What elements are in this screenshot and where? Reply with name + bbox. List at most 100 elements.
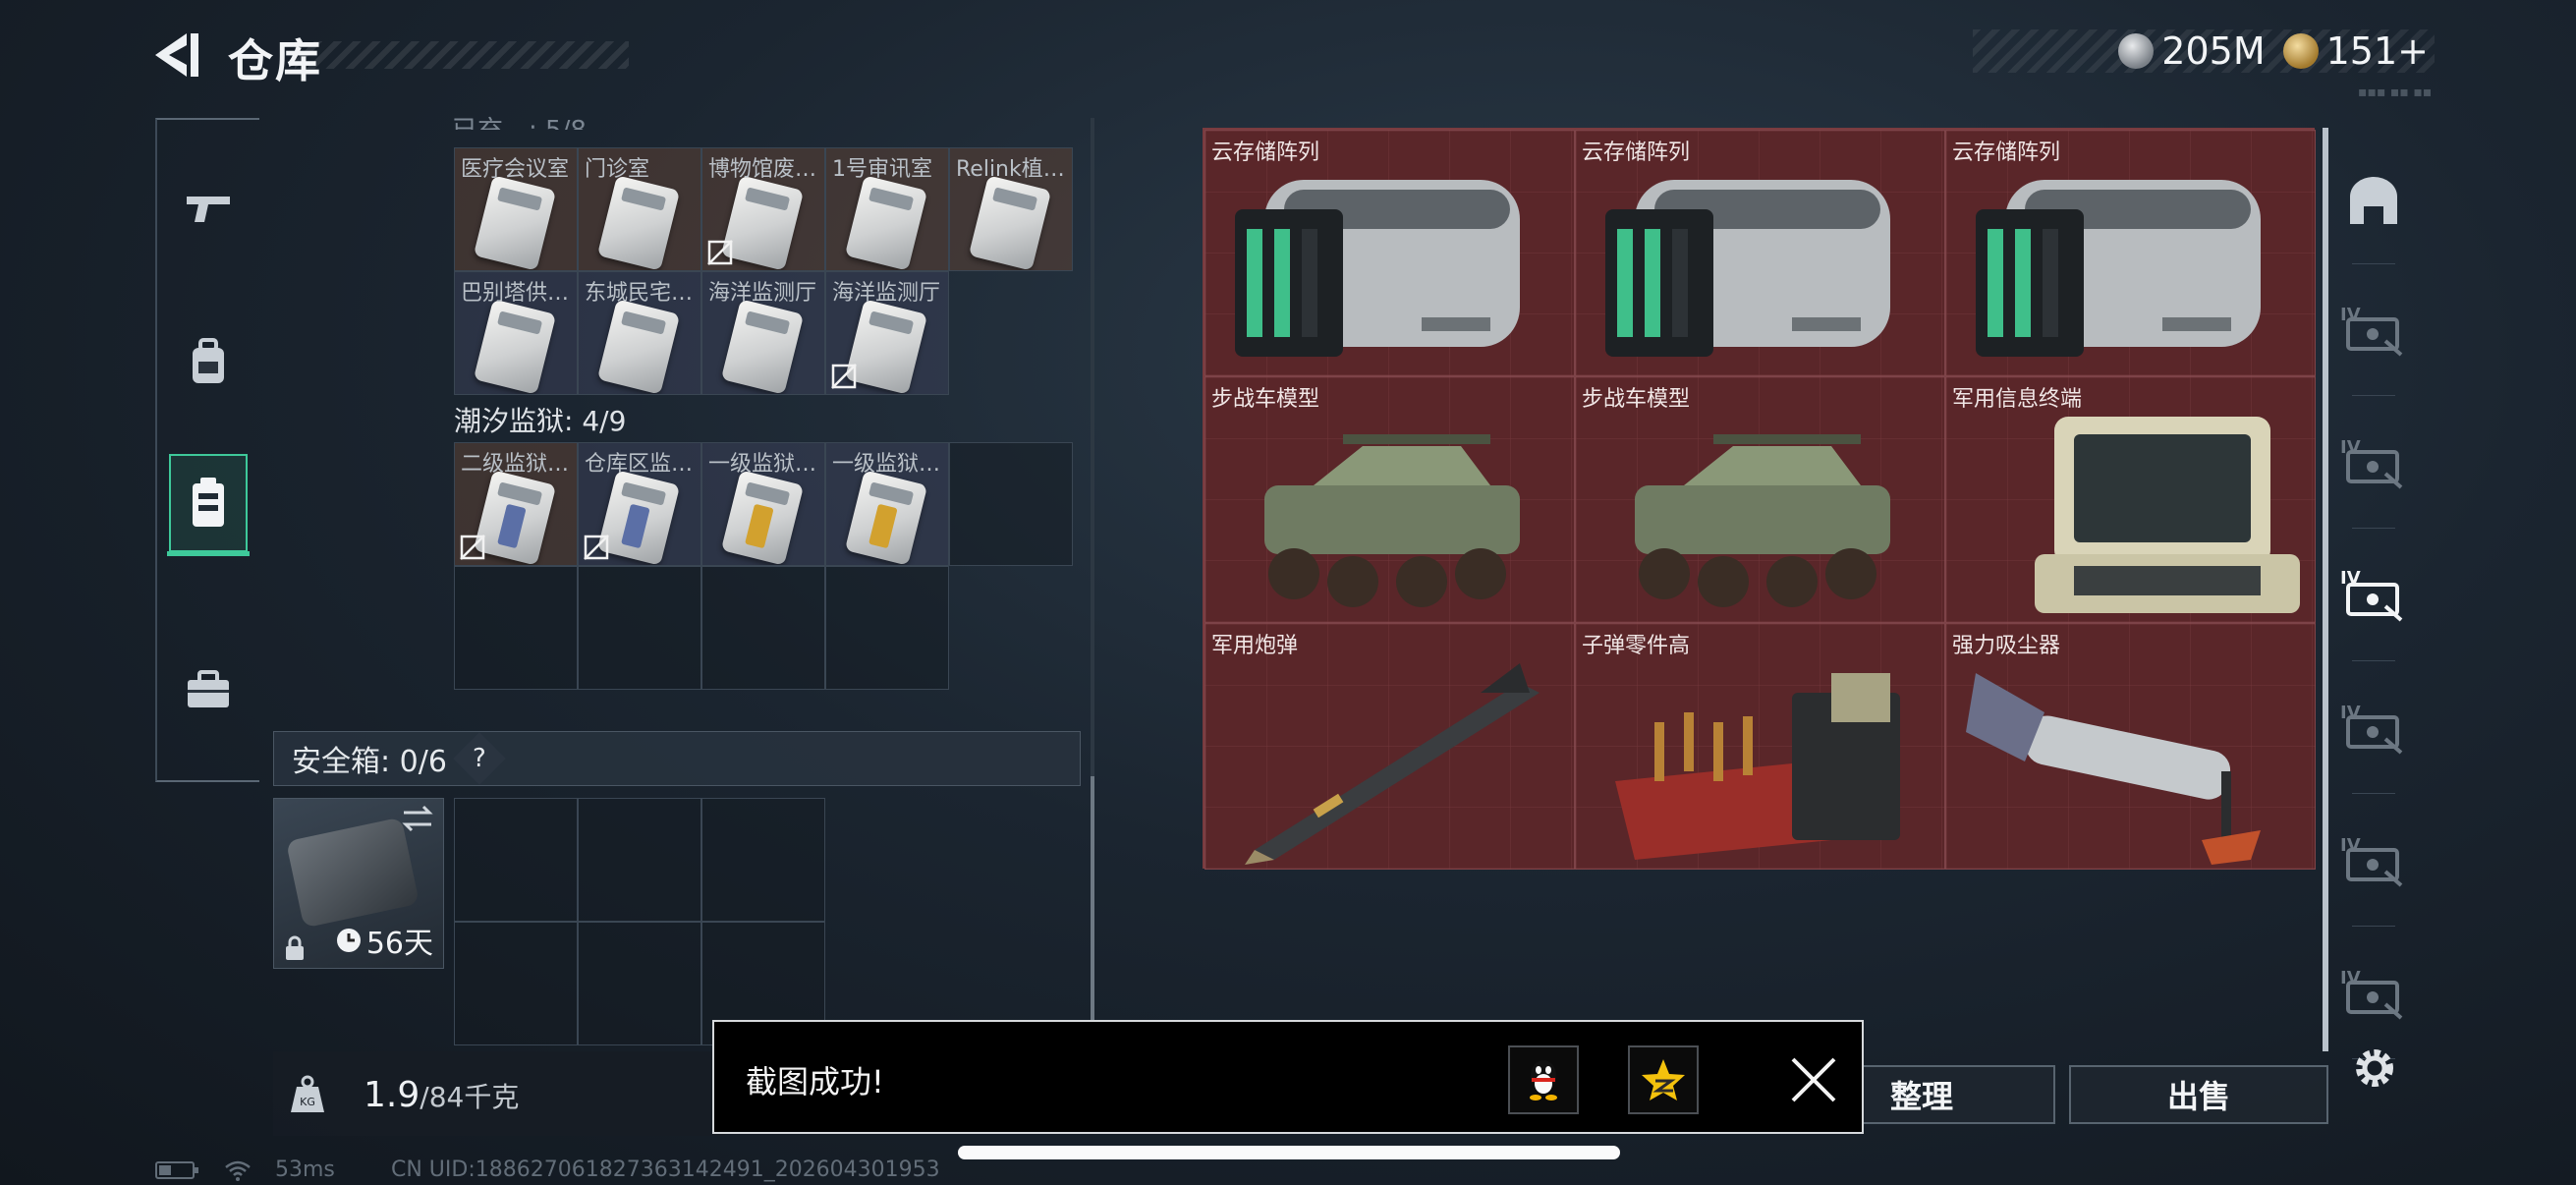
tier-label: IV (2340, 568, 2361, 589)
title-stripe-decoration (295, 41, 629, 69)
key-slot[interactable]: 海洋监测厅 (701, 271, 825, 395)
key-slot-label: 二级监狱… (461, 452, 570, 477)
swap-icon[interactable] (400, 805, 435, 832)
svg-text:KG: KG (300, 1096, 315, 1108)
close-icon[interactable] (1785, 1051, 1842, 1108)
safe-slot[interactable] (454, 922, 578, 1045)
keycard-image (720, 299, 805, 394)
safe-container-slot[interactable]: 56天 (273, 798, 444, 969)
key-slot[interactable]: 仓库区监… (578, 442, 701, 566)
weight-current: 1.9 (364, 1075, 420, 1115)
back-arrow-icon[interactable] (147, 28, 206, 83)
tier-label: IV (2340, 305, 2361, 325)
inventory-item[interactable]: 子弹零件高 (1575, 623, 1945, 870)
safe-slot[interactable] (578, 798, 701, 922)
safe-slot[interactable] (701, 798, 825, 922)
key-slot[interactable]: 二级监狱… (454, 442, 578, 566)
keycard-case-icon (193, 478, 224, 527)
item-image-server (1605, 180, 1890, 357)
gear-icon[interactable] (2348, 1042, 2401, 1095)
status-bar: 53ms (155, 1157, 335, 1182)
inventory-item[interactable]: 步战车模型 (1575, 376, 1945, 623)
keycard-image (473, 175, 557, 270)
key-slot[interactable]: 门诊室 (578, 147, 701, 271)
safe-slot[interactable] (578, 922, 701, 1045)
share-qq-button[interactable] (1508, 1045, 1579, 1114)
inventory-item-label: 军用信息终端 (1952, 387, 2083, 412)
qq-penguin-icon (1530, 1060, 1557, 1100)
rail-tab-case-6[interactable]: IV (2332, 938, 2415, 1046)
inventory-item[interactable]: 军用信息终端 (1945, 376, 2316, 623)
nav-gear[interactable] (169, 312, 248, 411)
key-slot-label: Relink植… (956, 157, 1065, 182)
key-slot[interactable]: 博物馆废… (701, 147, 825, 271)
toast-message: 截图成功! (746, 1063, 884, 1100)
inventory-item[interactable]: 强力吸尘器 (1945, 623, 2316, 870)
empty-key-slot[interactable] (825, 566, 949, 690)
inventory-item-label: 云存储阵列 (1211, 141, 1320, 165)
inventory-grid: 云存储阵列 云存储阵列 云存储阵列 步战车模型 步战车模型 军用信息终端 军用炮弹 子弹零件高… (1203, 128, 2316, 870)
safe-help-button[interactable]: ? (453, 732, 506, 785)
currency-silver[interactable]: 205M (2118, 29, 2266, 73)
rail-tab-case-4[interactable]: IV (2332, 673, 2415, 781)
inventory-item[interactable]: 云存储阵列 (1945, 130, 2316, 376)
key-slot-label: 海洋监测厅 (832, 281, 941, 306)
item-image-vacuum (1966, 673, 2261, 865)
nav-weapons[interactable] (169, 159, 248, 257)
inventory-item[interactable]: 步战车模型 (1204, 376, 1575, 623)
key-slot-label: 门诊室 (585, 157, 650, 182)
no-trade-icon (460, 535, 485, 560)
keycard-image (720, 470, 805, 565)
keycard-image (596, 299, 681, 394)
item-image-server (1235, 180, 1520, 357)
empty-key-slot[interactable] (578, 566, 701, 690)
no-trade-icon (584, 535, 609, 560)
inventory-item[interactable]: 云存储阵列 (1575, 130, 1945, 376)
inventory-item-label: 军用炮弹 (1211, 634, 1299, 658)
nav-keys[interactable] (167, 454, 250, 556)
rail-tab-case-1[interactable]: IV (2332, 275, 2415, 383)
rail-tab-case-2[interactable]: IV (2332, 408, 2415, 516)
item-image-server (1976, 180, 2261, 357)
key-slot[interactable]: 医疗会议室 (454, 147, 578, 271)
key-slot[interactable]: 一级监狱… (701, 442, 825, 566)
qzone-star-icon (1642, 1059, 1685, 1100)
safe-slot[interactable] (454, 798, 578, 922)
inventory-item-label: 云存储阵列 (1582, 141, 1691, 165)
left-scrollbar-thumb[interactable] (1091, 776, 1094, 1022)
safe-box-header: 安全箱: 0/6 ? (273, 731, 1081, 786)
rail-tab-case-5[interactable]: IV (2332, 806, 2415, 914)
key-slot[interactable]: 一级监狱… (825, 442, 949, 566)
item-image-ifv (1635, 434, 1890, 607)
key-slot-label: 海洋监测厅 (708, 281, 817, 306)
home-indicator[interactable] (958, 1146, 1620, 1159)
empty-key-slot[interactable] (701, 566, 825, 690)
lock-icon (286, 935, 304, 960)
inventory-scrollbar[interactable] (2323, 128, 2328, 1051)
empty-key-slot[interactable] (949, 442, 1073, 566)
silver-amount: 205M (2161, 29, 2266, 73)
gold-amount: 151+ (2325, 29, 2429, 73)
safe-box-title: 安全箱: 0/6 (292, 745, 447, 779)
share-qzone-button[interactable] (1628, 1045, 1699, 1114)
currency-gold[interactable]: 151+ (2282, 29, 2429, 73)
key-slot[interactable]: 巴别塔供… (454, 271, 578, 395)
key-slot[interactable]: 1号审讯室 (825, 147, 949, 271)
safe-case-image (285, 817, 420, 929)
empty-key-slot[interactable] (454, 566, 578, 690)
rail-tab-case-3[interactable]: IV (2332, 540, 2415, 649)
inventory-item[interactable]: 云存储阵列 (1204, 130, 1575, 376)
weight-capacity: /84千克 (420, 1081, 520, 1113)
inventory-item-label: 子弹零件高 (1582, 634, 1691, 658)
key-slot[interactable]: 东城民宅… (578, 271, 701, 395)
inventory-item[interactable]: 军用炮弹 (1204, 623, 1575, 870)
tier-label: IV (2340, 968, 2361, 988)
rail-tab-home[interactable] (2332, 147, 2415, 255)
sell-button[interactable]: 出售 (2069, 1065, 2328, 1124)
key-slot[interactable]: Relink植… (949, 147, 1073, 271)
nav-supplies[interactable] (169, 641, 248, 739)
tier-label: IV (2340, 835, 2361, 856)
key-slot[interactable]: 海洋监测厅 (825, 271, 949, 395)
keycard-image (596, 175, 681, 270)
item-image-missile (1245, 663, 1540, 865)
